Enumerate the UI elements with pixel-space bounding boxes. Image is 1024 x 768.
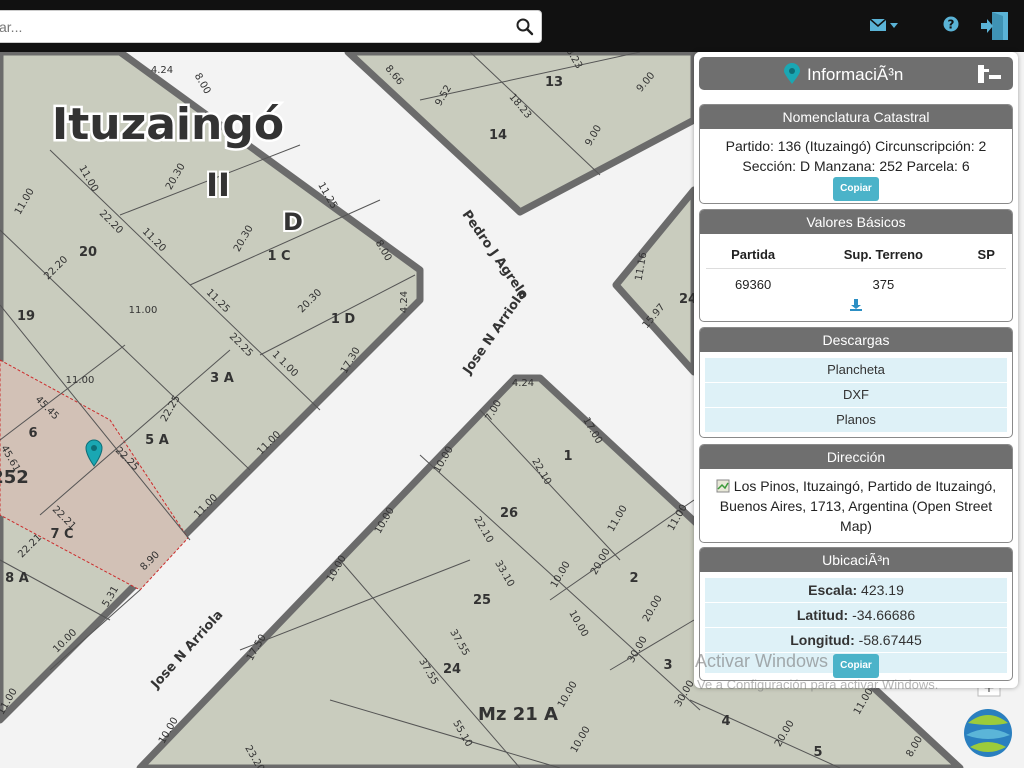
escala-label: Escala: [808, 582, 858, 598]
parcel-label: 5 A [145, 433, 169, 448]
longitud-row: Longitud: -58.67445 [705, 628, 1007, 653]
parcel-label: 8 A [5, 571, 29, 586]
download-plancheta[interactable]: Plancheta [705, 358, 1007, 383]
panel-title: InformaciÃ³n [807, 65, 904, 84]
locality-label: Ituzaingó [52, 99, 284, 150]
circunscripcion-label: II [206, 166, 230, 204]
sp-value [966, 269, 1006, 300]
parcel-label: 19 [17, 309, 35, 324]
latitud-label: Latitud: [796, 607, 849, 623]
dimension-label: 4.24 [399, 291, 410, 313]
info-panel: InformaciÃ³n Nomenclatura Catastral Part… [694, 52, 1018, 688]
parcel-label: 1 [563, 449, 572, 464]
valores-section: Valores Básicos Partida Sup. Terreno SP … [699, 209, 1013, 322]
panel-header: InformaciÃ³n [699, 57, 1013, 90]
logout-icon[interactable] [979, 10, 1011, 42]
latitud-row: Latitud: -34.66686 [705, 603, 1007, 628]
valores-header: Valores Básicos [700, 210, 1012, 234]
mail-dropdown-icon[interactable] [869, 17, 901, 33]
parcel-label: 5 [813, 745, 822, 760]
dimension-label: 4.24 [151, 65, 173, 76]
dimension-label: 11.00 [129, 305, 158, 316]
nomenclatura-body: Partido: 136 (Ituzaingó) Circunscripción… [700, 129, 1012, 201]
descargas-header: Descargas [700, 328, 1012, 352]
latitud-value: -34.66686 [852, 607, 916, 623]
map-pin-icon [784, 63, 800, 84]
copy-ubicacion-button[interactable]: Copiar [833, 654, 879, 678]
ubicacion-section: UbicaciÃ³n Escala: 423.19 Latitud: -34.6… [699, 547, 1013, 681]
valores-table: Partida Sup. Terreno SP 69360 375 [706, 240, 1006, 299]
copy-ubicacion-row: Copiar [705, 653, 1007, 678]
dimension-label: 11.00 [66, 375, 95, 386]
top-bar: ? [0, 0, 1024, 52]
ubicacion-header: UbicaciÃ³n [700, 548, 1012, 572]
block-label-mz-21a: Mz 21 A [478, 704, 558, 725]
parcel-label: 1 D [331, 312, 356, 327]
parcel-label: 4 [721, 714, 730, 729]
nomenclatura-line2: Sección: D Manzana: 252 Parcela: 6 [742, 158, 970, 174]
nomenclatura-header: Nomenclatura Catastral [700, 105, 1012, 129]
search-box[interactable] [0, 10, 542, 43]
nomenclatura-line1: Partido: 136 (Ituzaingó) Circunscripción… [725, 138, 987, 154]
download-dxf[interactable]: DXF [705, 383, 1007, 408]
parcel-label: 24 [443, 662, 461, 677]
parcel-label: 20 [79, 245, 97, 260]
parcel-label: 26 [500, 506, 518, 521]
parcel-label: 25 [473, 593, 491, 608]
longitud-label: Longitud: [790, 632, 855, 648]
search-icon[interactable] [515, 17, 535, 37]
direccion-header: Dirección [700, 445, 1012, 469]
section-label: D [283, 208, 303, 236]
nomenclatura-section: Nomenclatura Catastral Partido: 136 (Itu… [699, 104, 1013, 204]
search-input[interactable] [0, 11, 505, 42]
escala-value: 423.19 [861, 582, 904, 598]
help-icon[interactable]: ? [943, 16, 959, 32]
copy-nomenclatura-button[interactable]: Copiar [833, 177, 879, 201]
sup-terreno-value: 375 [872, 276, 895, 292]
svg-text:?: ? [948, 18, 955, 32]
parcel-label: 3 A [210, 371, 234, 386]
direccion-text: Los Pinos, Ituzaingó, Partido de Ituzain… [719, 478, 997, 534]
col-partida: Partida [706, 240, 801, 269]
partida-value: 69360 [735, 276, 772, 292]
longitud-value: -58.67445 [858, 632, 922, 648]
globe-logo-icon [964, 709, 1012, 757]
dimension-label: 4.24 [512, 378, 534, 389]
descargas-section: Descargas Plancheta DXF Planos [699, 327, 1013, 438]
map-thumbnail-icon [716, 479, 730, 493]
download-planos[interactable]: Planos [705, 408, 1007, 433]
col-sup-terreno: Sup. Terreno [800, 240, 967, 269]
parcel-label: 3 [663, 658, 672, 673]
collapse-panel-icon[interactable] [973, 63, 1003, 85]
parcel-label: 6 [28, 426, 37, 441]
download-icon[interactable] [849, 298, 863, 312]
direccion-section: Dirección Los Pinos, Ituzaingó, Partido … [699, 444, 1013, 543]
parcel-label: 13 [545, 75, 563, 90]
direccion-body: Los Pinos, Ituzaingó, Partido de Ituzain… [700, 469, 1012, 536]
col-sp: SP [966, 240, 1006, 269]
parcel-label: 1 C [267, 249, 290, 264]
escala-row: Escala: 423.19 [705, 578, 1007, 603]
parcel-label: 14 [489, 128, 507, 143]
parcel-label: 2 [629, 571, 638, 586]
